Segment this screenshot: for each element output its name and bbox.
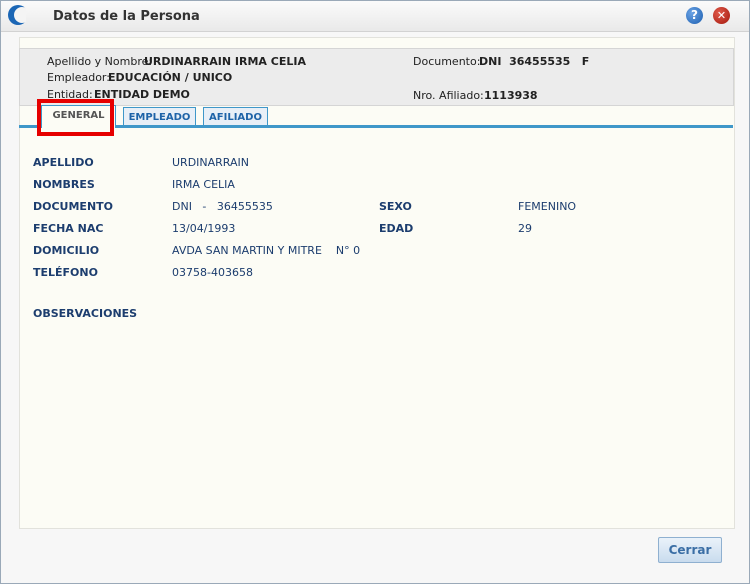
apellido-value: URDINARRAIN (172, 156, 249, 169)
fecha-nac-label: FECHA NAC (33, 222, 104, 235)
dialog-window: Datos de la Persona ? ✕ Apellido y Nombr… (0, 0, 750, 584)
documento-value: DNI - 36455535 (172, 200, 273, 213)
domicilio-value: AVDA SAN MARTIN Y MITRE N° 0 (172, 244, 361, 257)
app-logo-icon (8, 5, 26, 25)
close-button[interactable]: Cerrar (658, 537, 722, 563)
telefono-value: 03758-403658 (172, 266, 253, 279)
affiliate-value: 1113938 (484, 89, 538, 102)
employer-value: EDUCACIÓN / UNICO (108, 71, 233, 84)
employer-label: Empleador: (47, 71, 110, 84)
apellido-label: APELLIDO (33, 156, 94, 169)
tab-strip-line (19, 125, 733, 128)
sexo-value: FEMENINO (518, 200, 577, 213)
edad-label: EDAD (379, 222, 414, 235)
tab-afiliado[interactable]: AFILIADO (203, 107, 268, 127)
title-bar: Datos de la Persona ? ✕ (1, 1, 749, 32)
window-title: Datos de la Persona (53, 9, 200, 24)
close-icon[interactable]: ✕ (713, 7, 730, 24)
document-value: DNI 36455535 F (479, 55, 590, 68)
person-summary: Apellido y Nombre: URDINARRAIN IRMA CELI… (19, 48, 734, 106)
help-icon[interactable]: ? (686, 7, 703, 24)
domicilio-label: DOMICILIO (33, 244, 100, 257)
name-value: URDINARRAIN IRMA CELIA (144, 55, 306, 68)
fecha-nac-value: 13/04/1993 (172, 222, 236, 235)
nombres-label: NOMBRES (33, 178, 95, 191)
observaciones-label: OBSERVACIONES (33, 307, 138, 320)
highlight-box (37, 99, 114, 136)
telefono-label: TELÉFONO (33, 266, 98, 279)
affiliate-label: Nro. Afiliado: (413, 89, 484, 102)
name-label: Apellido y Nombre: (47, 55, 153, 68)
documento-label: DOCUMENTO (33, 200, 114, 213)
document-label: Documento: (413, 55, 481, 68)
edad-value: 29 (518, 222, 532, 235)
nombres-value: IRMA CELIA (172, 178, 235, 191)
tab-empleado[interactable]: EMPLEADO (123, 107, 196, 127)
sexo-label: SEXO (379, 200, 412, 213)
